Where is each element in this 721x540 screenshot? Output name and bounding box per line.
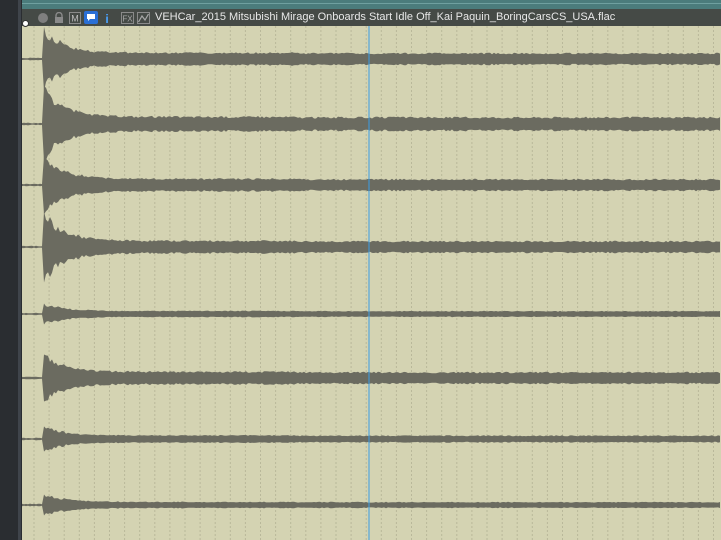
fx-icon[interactable]: FX: [120, 11, 134, 25]
channel-waveform: [22, 26, 720, 92]
info-icon[interactable]: i: [100, 11, 114, 25]
svg-text:FX: FX: [122, 14, 133, 23]
channel-waveform: [22, 155, 720, 215]
track-divider[interactable]: [18, 0, 21, 540]
svg-text:M: M: [71, 13, 79, 23]
svg-text:i: i: [105, 12, 108, 24]
channel-waveform: [22, 211, 720, 283]
waveform-display[interactable]: [22, 26, 721, 540]
notes-icon[interactable]: [84, 11, 98, 25]
fade-in-handle[interactable]: [22, 20, 29, 27]
media-item[interactable]: M i FX VEHCar_2015 Mitsubishi Mirage Onb…: [22, 9, 721, 540]
channel-waveform: [22, 86, 720, 162]
channel-waveform: [22, 426, 720, 452]
channel-waveform: [22, 354, 720, 402]
previous-track-waveform-line: [22, 3, 721, 4]
power-icon[interactable]: [36, 11, 50, 25]
previous-track-strip: [22, 0, 721, 9]
channel-waveform: [22, 303, 720, 325]
media-item-header: M i FX VEHCar_2015 Mitsubishi Mirage Onb…: [22, 9, 721, 26]
arrange-view: M i FX VEHCar_2015 Mitsubishi Mirage Onb…: [0, 0, 721, 540]
lock-icon[interactable]: [52, 11, 66, 25]
mute-icon[interactable]: M: [68, 11, 82, 25]
envelope-icon[interactable]: [136, 11, 150, 25]
media-item-file-name: VEHCar_2015 Mitsubishi Mirage Onboards S…: [155, 11, 616, 23]
channel-waveform: [22, 494, 720, 516]
